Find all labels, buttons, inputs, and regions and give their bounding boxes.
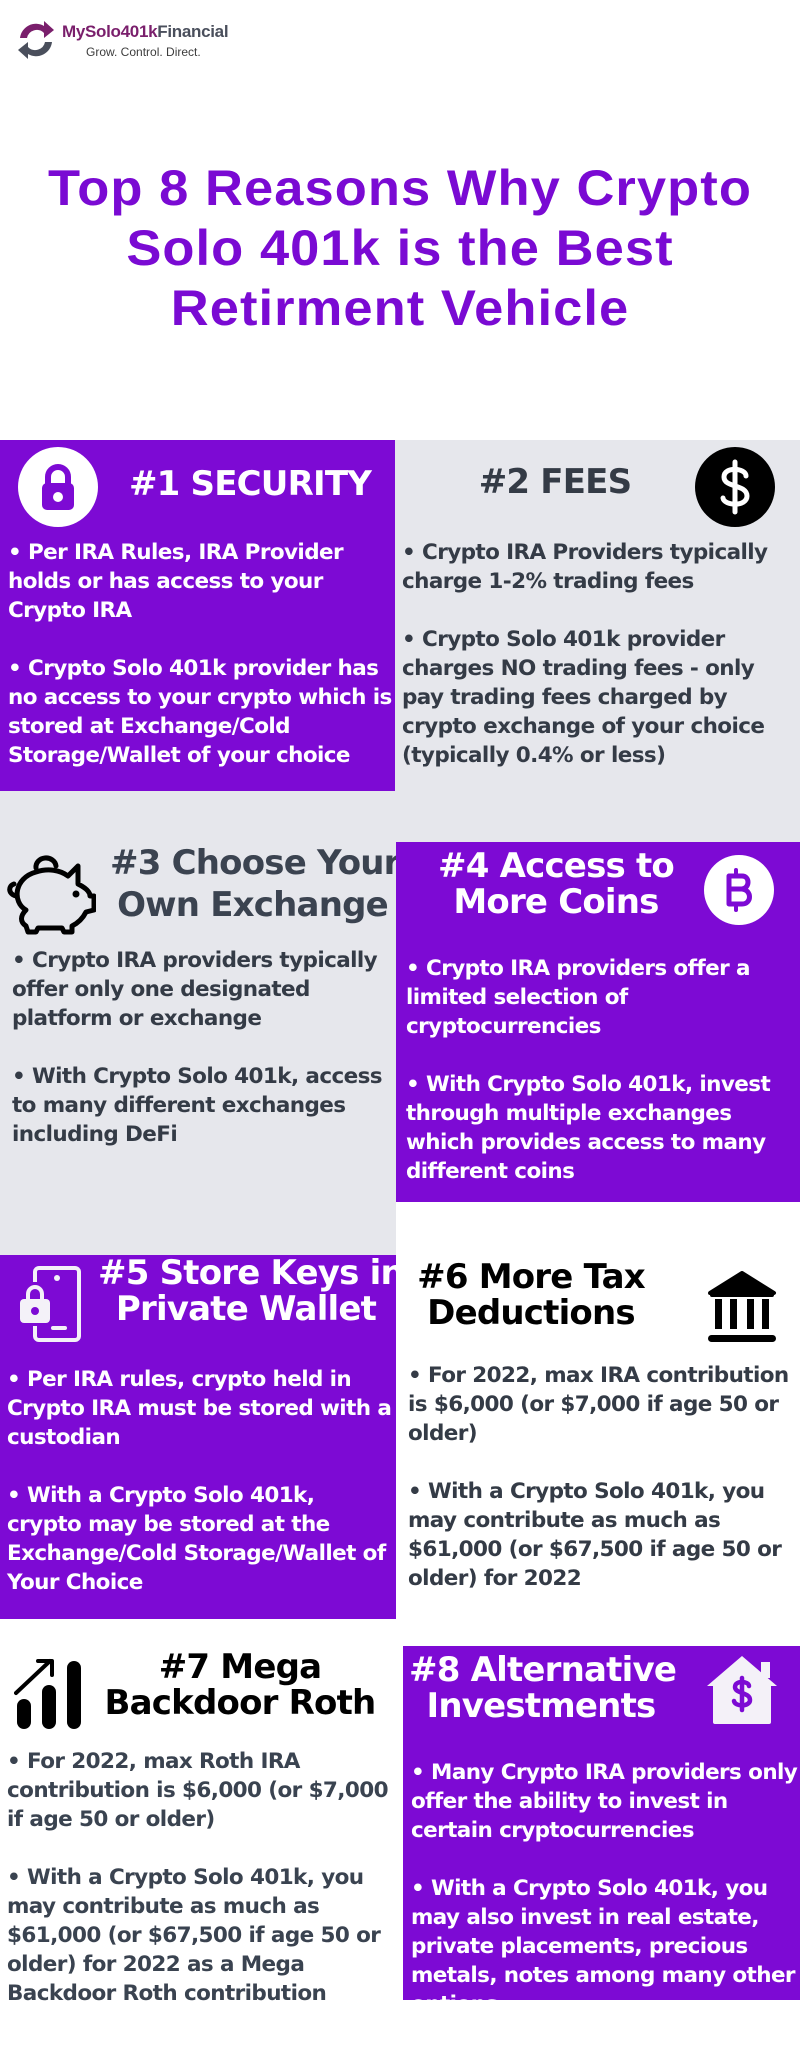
bullet-ira: • Per IRA rules, crypto held in Crypto I… <box>7 1367 392 1450</box>
heading-line: Deductions <box>427 1293 636 1333</box>
reason-heading: #2 FEES <box>478 462 632 502</box>
title-line: Solo 401k is the Best <box>126 220 674 276</box>
bullet-solo401k: • Crypto Solo 401k provider charges NO t… <box>402 627 765 768</box>
heading-line: #8 Alternative <box>409 1650 677 1690</box>
bullet-ira: • Crypto IRA providers offer a limited s… <box>406 956 750 1039</box>
bullet-ira: • For 2022, max Roth IRA contribution is… <box>7 1749 389 1832</box>
logo-name-suffix: Financial <box>157 22 229 41</box>
reason-card-wallet: #5 Store Keys in Private Wallet • Per IR… <box>0 1253 405 1619</box>
heading-line: #4 Access to <box>438 846 675 886</box>
title-line: Retirment Vehicle <box>170 280 630 336</box>
reason-heading: #4 Access to More Coins <box>416 848 696 920</box>
bitcoin-icon <box>704 855 774 925</box>
reason-bullets: • Per IRA Rules, IRA Provider holds or h… <box>8 538 393 799</box>
heading-line: #6 More Tax <box>417 1257 646 1297</box>
bullet-solo401k: • With Crypto Solo 401k, access to many … <box>12 1064 383 1147</box>
logo-tagline: Grow. Control. Direct. <box>86 45 201 59</box>
reason-bullets: • For 2022, max Roth IRA contribution is… <box>7 1747 397 2037</box>
heading-line: Backdoor Roth <box>104 1683 377 1723</box>
reason-card-security: #1 SECURITY • Per IRA Rules, IRA Provide… <box>0 440 395 791</box>
bullet-solo401k: • Crypto Solo 401k provider has no acces… <box>8 656 392 768</box>
reason-card-fees: #2 FEES • Crypto IRA Providers typically… <box>395 440 800 790</box>
reason-heading: #8 Alternative Investments <box>409 1650 677 1726</box>
reason-bullets: • Crypto IRA providers offer a limited s… <box>406 954 798 1215</box>
reason-card-coins: #4 Access to More Coins • Crypto IRA pro… <box>396 842 800 1202</box>
bullet-ira: • Per IRA Rules, IRA Provider holds or h… <box>8 540 344 623</box>
reason-heading: #7 Mega Backdoor Roth <box>100 1649 380 1721</box>
reason-bullets: • Crypto IRA Providers typically charge … <box>402 538 797 799</box>
bullet-ira: • Many Crypto IRA providers only offer t… <box>411 1760 798 1843</box>
house-dollar-icon <box>707 1656 777 1724</box>
bullet-ira: • Crypto IRA providers typically offer o… <box>12 948 378 1031</box>
reason-heading: #6 More Tax Deductions <box>411 1259 651 1331</box>
bullet-ira: • Crypto IRA Providers typically charge … <box>402 540 768 594</box>
heading-line: Private Wallet <box>115 1289 377 1329</box>
title-line: Top 8 Reasons Why Crypto <box>48 160 752 216</box>
logo-brand: MySolo401k <box>62 22 158 41</box>
reason-heading: #3 Choose Your Own Exchange <box>110 842 400 926</box>
circular-arrows-logo-icon <box>18 21 54 59</box>
page-title: Top 8 Reasons Why Crypto Solo 401k is th… <box>0 158 800 338</box>
heading-line: #5 Store Keys in <box>98 1253 405 1293</box>
reason-bullets: • Crypto IRA providers typically offer o… <box>12 946 397 1178</box>
lock-icon <box>18 447 98 527</box>
bullet-ira: • For 2022, max IRA contribution is $6,0… <box>408 1363 789 1446</box>
phone-lock-icon <box>20 1266 81 1342</box>
heading-line: Own Exchange <box>117 885 389 925</box>
dollar-coin-icon <box>695 447 775 527</box>
bullet-solo401k: • With a Crypto Solo 401k, you may contr… <box>408 1479 782 1591</box>
logo-name: MySolo401kFinancial <box>62 22 229 42</box>
reason-bullets: • Many Crypto IRA providers only offer t… <box>411 1758 800 2048</box>
reason-card-tax: #6 More Tax Deductions • For 2022, max I… <box>396 1255 800 1619</box>
reason-bullets: • Per IRA rules, crypto held in Crypto I… <box>7 1365 395 1626</box>
heading-line: #7 Mega <box>158 1647 322 1687</box>
piggy-bank-icon <box>7 855 96 935</box>
heading-line: Investments <box>426 1686 657 1726</box>
bullet-solo401k: • With a Crypto Solo 401k, you may also … <box>411 1876 796 2017</box>
growth-chart-icon <box>14 1659 81 1729</box>
reason-bullets: • For 2022, max IRA contribution is $6,0… <box>408 1361 800 1622</box>
bullet-solo401k: • With Crypto Solo 401k, invest through … <box>406 1072 771 1184</box>
heading-line: #3 Choose Your <box>110 843 400 883</box>
bullet-solo401k: • With a Crypto Solo 401k, you may contr… <box>7 1865 381 2006</box>
heading-line: More Coins <box>453 882 659 922</box>
logo[interactable]: MySolo401kFinancial Grow. Control. Direc… <box>14 18 244 64</box>
reason-card-alternative: #8 Alternative Investments • Many Crypto… <box>403 1646 800 2017</box>
reason-heading: #5 Store Keys in Private Wallet <box>98 1253 405 1329</box>
reason-heading: #1 SECURITY <box>128 464 372 504</box>
bullet-solo401k: • With a Crypto Solo 401k, crypto may be… <box>7 1483 386 1595</box>
bank-building-icon <box>708 1271 776 1342</box>
reason-card-exchange: #3 Choose Your Own Exchange • Crypto IRA… <box>0 842 400 1255</box>
reason-card-roth: #7 Mega Backdoor Roth • For 2022, max Ro… <box>0 1619 403 2006</box>
